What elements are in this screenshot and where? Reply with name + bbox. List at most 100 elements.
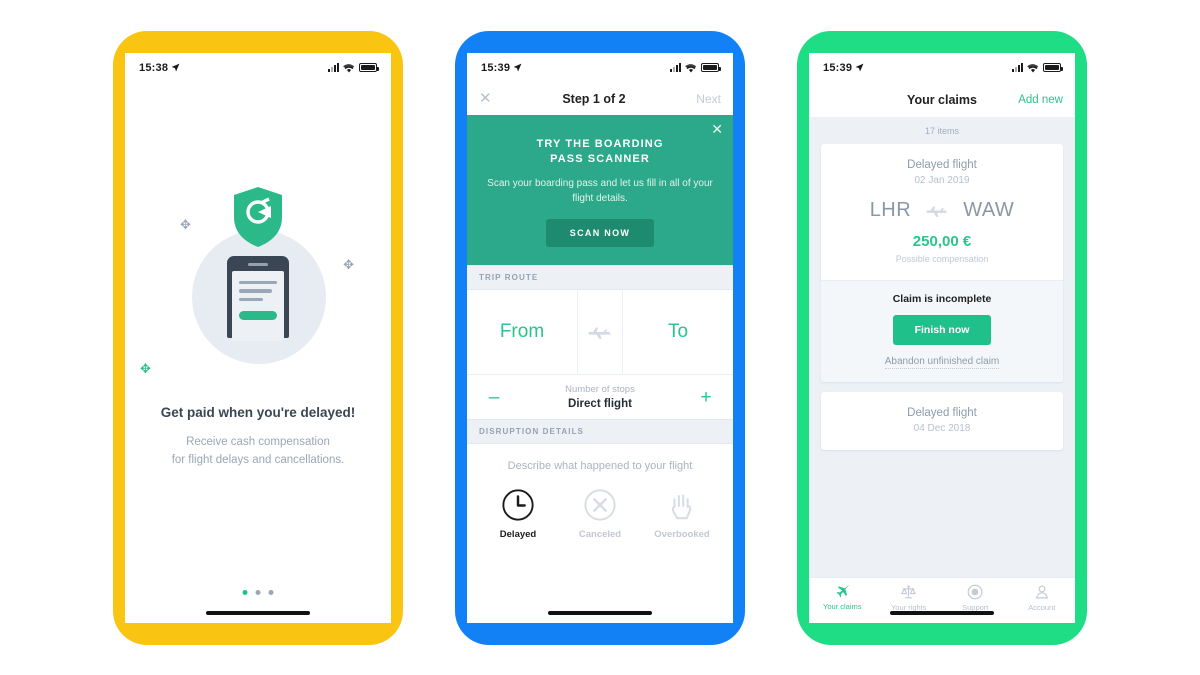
shield-logo-icon	[234, 186, 282, 247]
claim-date: 04 Dec 2018	[913, 422, 971, 434]
add-new-button[interactable]: Add new	[1015, 94, 1063, 106]
battery-icon	[1043, 63, 1063, 72]
phone1-screen: 15:38 ✥ ✥ ✥ Get paid when you're delayed…	[125, 52, 391, 623]
disruption-option-canceled[interactable]: Canceled	[564, 488, 636, 540]
phone-document-icon	[227, 255, 289, 341]
tab-support[interactable]: Support	[942, 584, 1009, 612]
scales-icon	[901, 584, 917, 598]
banner-heading: TRY THE BOARDING PASS SCANNER	[485, 137, 715, 169]
phone2-screen: 15:39 ✕ Step 1 of 2 Next ✕ TRY THE BOARD…	[467, 52, 733, 623]
status-icons	[1012, 62, 1063, 73]
banner-heading-line-1: TRY THE BOARDING	[536, 137, 664, 150]
pager-dot-1[interactable]	[242, 589, 248, 595]
option-label: Overbooked	[654, 529, 710, 541]
status-badge: Claim is incomplete	[892, 292, 992, 305]
tab-account[interactable]: Account	[1009, 584, 1076, 612]
compensation-amount: 250,00 €	[912, 232, 972, 250]
status-time-group: 15:38	[139, 62, 180, 74]
page-title: Get paid when you're delayed!	[160, 404, 356, 420]
status-time-group: 15:39	[481, 62, 522, 74]
pager-dot-2[interactable]	[255, 589, 261, 595]
phone3-screen: 15:39 Your claims Add new 17 items Delay…	[809, 52, 1076, 623]
status-time: 15:39	[481, 61, 511, 74]
battery-icon	[359, 63, 379, 72]
wifi-icon	[1027, 63, 1039, 72]
page-title: Your claims	[907, 92, 977, 107]
disruption-option-overbooked[interactable]: Overbooked	[646, 488, 718, 540]
location-arrow-icon	[855, 63, 864, 72]
bottom-tab-bar: Your claims Your rights Support Account	[809, 576, 1076, 623]
claim-card[interactable]: Delayed flight 02 Jan 2019 LHR WAW 250,0…	[821, 143, 1063, 382]
page-subtitle: Receive cash compensation for flight del…	[172, 434, 345, 470]
onboarding-illustration: ✥ ✥ ✥	[140, 186, 354, 375]
claim-card[interactable]: Delayed flight 04 Dec 2018	[821, 391, 1063, 450]
signal-bars-icon	[328, 62, 339, 72]
phone-mockup-claim-form: 15:39 ✕ Step 1 of 2 Next ✕ TRY THE BOARD…	[455, 30, 745, 645]
pager-dots[interactable]	[242, 589, 274, 595]
tab-your-rights[interactable]: Your rights	[876, 584, 943, 612]
location-arrow-icon	[513, 63, 522, 72]
phone-mockup-onboarding: 15:38 ✥ ✥ ✥ Get paid when you're delayed…	[113, 30, 403, 645]
device-cta-bar	[239, 311, 277, 321]
banner-body-text: Scan your boarding pass and let us fill …	[487, 178, 713, 204]
support-circle-icon	[967, 584, 983, 599]
clock-icon	[502, 489, 534, 521]
section-header-trip-route: TRIP ROUTE	[467, 265, 733, 291]
claims-list[interactable]: 17 items Delayed flight 02 Jan 2019 LHR …	[809, 116, 1075, 577]
banner-heading-line-2: PASS SCANNER	[550, 153, 650, 166]
option-label: Delayed	[499, 529, 537, 541]
plane-icon	[578, 325, 622, 340]
device-text-line	[239, 280, 277, 285]
finish-now-button[interactable]: Finish now	[892, 314, 992, 345]
banner-close-icon[interactable]: ✕	[711, 122, 723, 136]
items-count: 17 items	[924, 125, 959, 136]
status-time: 15:38	[139, 61, 169, 74]
status-time: 15:39	[823, 61, 853, 74]
claim-date: 02 Jan 2019	[914, 174, 970, 186]
device-speaker	[248, 262, 268, 266]
device-screen	[232, 270, 284, 341]
increase-stops-button[interactable]: +	[695, 388, 717, 407]
decrease-stops-button[interactable]: –	[483, 388, 505, 407]
signal-bars-icon	[670, 62, 681, 72]
sparkle-icon: ✥	[140, 360, 151, 376]
status-icons	[670, 62, 721, 73]
to-field[interactable]: To	[623, 321, 733, 343]
tab-your-claims[interactable]: Your claims	[809, 584, 876, 611]
x-circle-icon	[584, 489, 616, 521]
status-bar: 15:39	[809, 53, 1075, 83]
subtitle-line-1: Receive cash compensation	[186, 435, 330, 448]
plane-icon	[926, 206, 949, 217]
home-indicator	[548, 610, 652, 615]
tab-label: Account	[1028, 602, 1056, 612]
wifi-icon	[343, 63, 355, 72]
stops-value-group: Number of stops Direct flight	[505, 384, 695, 410]
disruption-question: Describe what happened to your flight	[507, 460, 693, 473]
claim-card-top: Delayed flight 02 Jan 2019 LHR WAW 250,0…	[821, 144, 1063, 280]
status-icons	[328, 62, 379, 73]
device-text-line	[239, 289, 273, 293]
page-title: Step 1 of 2	[562, 91, 626, 106]
onboarding-content: ✥ ✥ ✥ Get paid when you're delayed! Rece…	[125, 83, 391, 623]
plane-icon	[836, 584, 849, 597]
status-bar: 15:38	[125, 53, 391, 83]
abandon-claim-link[interactable]: Abandon unfinished claim	[884, 356, 1000, 369]
wifi-icon	[685, 63, 697, 72]
boarding-pass-scanner-banner: ✕ TRY THE BOARDING PASS SCANNER Scan you…	[467, 114, 733, 266]
pager-dot-3[interactable]	[268, 589, 274, 595]
from-field[interactable]: From	[467, 321, 577, 343]
close-icon[interactable]: ✕	[479, 91, 492, 106]
disruption-option-delayed[interactable]: Delayed	[482, 488, 554, 540]
claim-card-top: Delayed flight 04 Dec 2018	[821, 392, 1063, 450]
sparkle-icon: ✥	[343, 256, 354, 272]
status-time-group: 15:39	[823, 62, 864, 74]
person-icon	[1035, 584, 1048, 598]
next-button[interactable]: Next	[696, 92, 721, 106]
navigation-bar: ✕ Step 1 of 2 Next	[467, 82, 733, 115]
section-header-disruption-details: DISRUPTION DETAILS	[467, 419, 733, 445]
battery-icon	[701, 63, 721, 72]
claim-kind: Delayed flight	[907, 158, 977, 171]
disruption-details-section: Describe what happened to your flight De…	[467, 444, 733, 623]
claim-card-actions: Claim is incomplete Finish now Abandon u…	[821, 279, 1063, 382]
scan-now-button[interactable]: SCAN NOW	[545, 219, 655, 248]
